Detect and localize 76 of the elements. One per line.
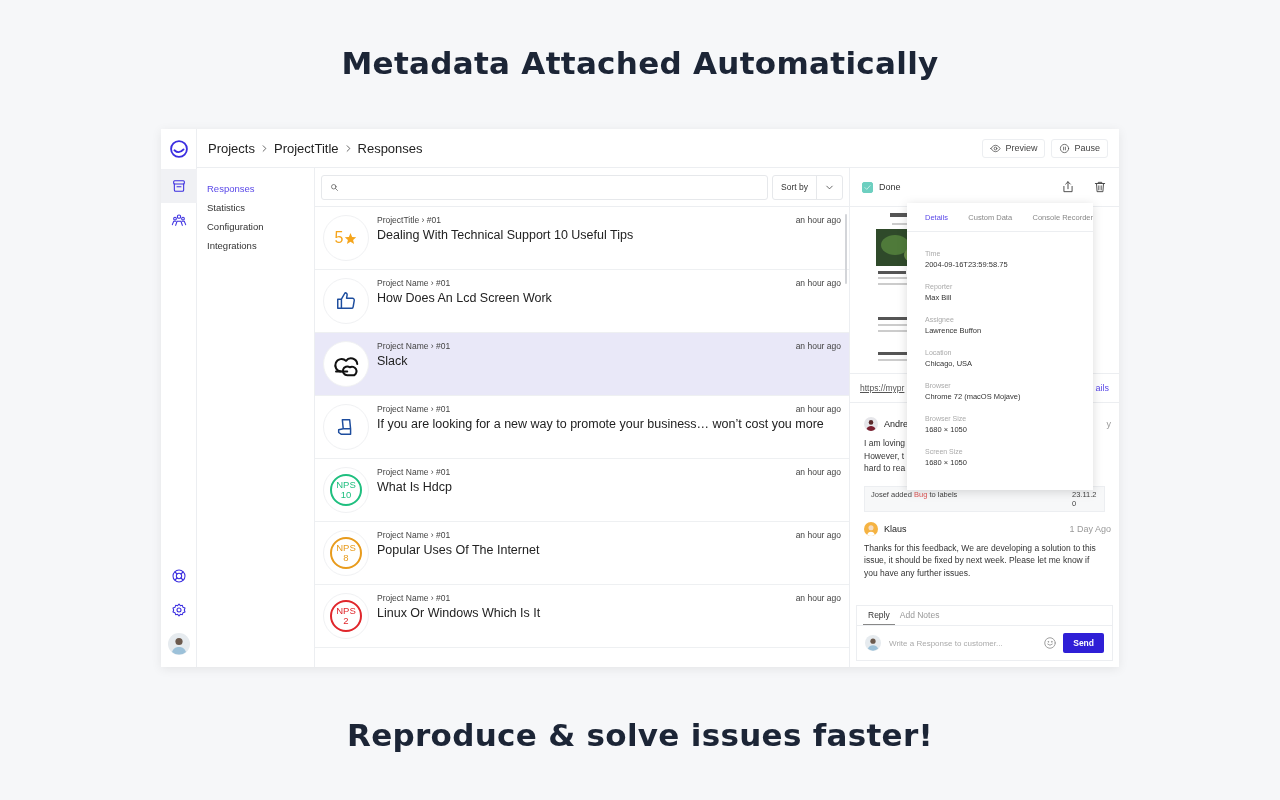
- eye-icon: [990, 142, 1002, 154]
- breadcrumb-link[interactable]: Responses: [357, 140, 423, 156]
- reply-tab[interactable]: Reply: [863, 606, 895, 625]
- response-time: an hour ago: [795, 404, 841, 414]
- response-title: How Does An Lcd Screen Work: [377, 291, 553, 305]
- nav-item[interactable]: Configuration: [207, 218, 314, 235]
- comment-time: y: [1106, 419, 1111, 429]
- response-time: an hour ago: [795, 467, 841, 477]
- avatar-icon: [864, 417, 878, 431]
- send-button[interactable]: Send: [1063, 633, 1104, 653]
- response-row[interactable]: NPS 10 Project Name › #01 an hour ago What Is Hdcp: [315, 459, 849, 522]
- pause-button[interactable]: Pause: [1051, 138, 1108, 158]
- nav-item[interactable]: Statistics: [207, 199, 314, 216]
- response-title: If you are looking for a new way to promote your business… won’t cost you more: [377, 417, 825, 431]
- logo-icon: [168, 139, 189, 159]
- comment-text: hard to rea: [864, 462, 906, 475]
- nps-badge: NPS 8: [330, 537, 362, 569]
- response-project: Project Name › #01: [377, 467, 451, 477]
- done-checkbox[interactable]: [862, 181, 873, 193]
- nav-item[interactable]: Responses: [207, 180, 314, 197]
- sort-dropdown[interactable]: Sort by: [772, 174, 843, 200]
- response-time: an hour ago: [795, 530, 841, 540]
- preview-button[interactable]: Preview: [982, 138, 1046, 158]
- search-icon: [330, 182, 339, 192]
- done-label: Done: [879, 182, 901, 192]
- check-icon: [863, 182, 872, 192]
- comment-text: Thanks for this feedback, We are developing a solution to this issue, it should be fixed by next week. Please let me know if you have any further issues.: [864, 541, 1097, 579]
- nps-badge: NPS 10: [330, 474, 362, 506]
- lifebuoy-icon: [170, 568, 187, 584]
- trash-icon: [1093, 180, 1107, 194]
- details-link[interactable]: ails: [1095, 383, 1109, 393]
- response-project: Project Name › #01: [377, 530, 451, 540]
- response-project: Project Name › #01: [377, 341, 451, 351]
- response-project: Project Name › #01: [377, 278, 451, 288]
- nav-item[interactable]: Integrations: [207, 237, 314, 254]
- response-title: Popular Uses Of The Internet: [377, 543, 541, 557]
- avatar-icon: [865, 635, 881, 651]
- comment-text: I am loving: [864, 437, 906, 450]
- comment-text: However, t: [864, 449, 905, 462]
- response-project: Project Name › #01: [377, 593, 451, 603]
- response-time: an hour ago: [795, 593, 841, 603]
- response-time: an hour ago: [795, 278, 841, 288]
- response-time: an hour ago: [795, 341, 841, 351]
- thumbs-up-icon: [335, 290, 357, 312]
- comment-author: Andre: [884, 419, 909, 429]
- breadcrumb-link[interactable]: ProjectTitle: [273, 140, 339, 156]
- emoji-icon: [1043, 636, 1058, 650]
- headline: Metadata Attached Automatically: [340, 45, 940, 81]
- breadcrumb-link[interactable]: Projects: [208, 140, 255, 156]
- comment-time: 1 Day Ago: [1069, 523, 1111, 534]
- scrollbar[interactable]: [845, 214, 847, 284]
- share-icon: [1061, 180, 1075, 194]
- team-icon: [170, 212, 187, 228]
- response-project: ProjectTitle › #01: [377, 215, 441, 225]
- tagline: Reproduce & solve issues faster!: [346, 717, 934, 753]
- response-project: Project Name › #01: [377, 404, 451, 414]
- nps-badge: NPS 2: [330, 600, 362, 632]
- response-title: Linux Or Windows Which Is It: [377, 606, 542, 620]
- response-title: Dealing With Technical Support 10 Useful Tips: [377, 228, 635, 242]
- comment-author: Klaus: [884, 523, 907, 534]
- response-title: Slack: [377, 354, 409, 368]
- response-title: What Is Hdcp: [377, 480, 454, 494]
- pause-icon: [1059, 142, 1071, 154]
- response-time: an hour ago: [795, 215, 841, 225]
- rail-item[interactable]: [160, 169, 197, 203]
- avatar-icon[interactable]: [167, 633, 190, 655]
- response-row[interactable]: Project Name › #01 an hour ago Slack: [315, 333, 849, 396]
- settings-icon: [170, 602, 187, 618]
- search-field[interactable]: [321, 174, 769, 200]
- response-row[interactable]: NPS 2 Project Name › #01 an hour ago Linux Or Windows Which Is It: [315, 585, 849, 648]
- page-url-link[interactable]: https://mypr: [860, 383, 905, 393]
- avatar-icon: [864, 521, 878, 536]
- response-row[interactable]: 5 ProjectTitle › #01 an hour ago Dealing With Technical Support 10 Useful Tips: [315, 207, 849, 270]
- response-row[interactable]: NPS 8 Project Name › #01 an hour ago Popular Uses Of The Internet: [315, 522, 849, 585]
- response-row[interactable]: Project Name › #01 an hour ago If you are looking for a new way to promote your business… won’t cost you more: [315, 396, 849, 459]
- inbox-icon: [170, 178, 187, 194]
